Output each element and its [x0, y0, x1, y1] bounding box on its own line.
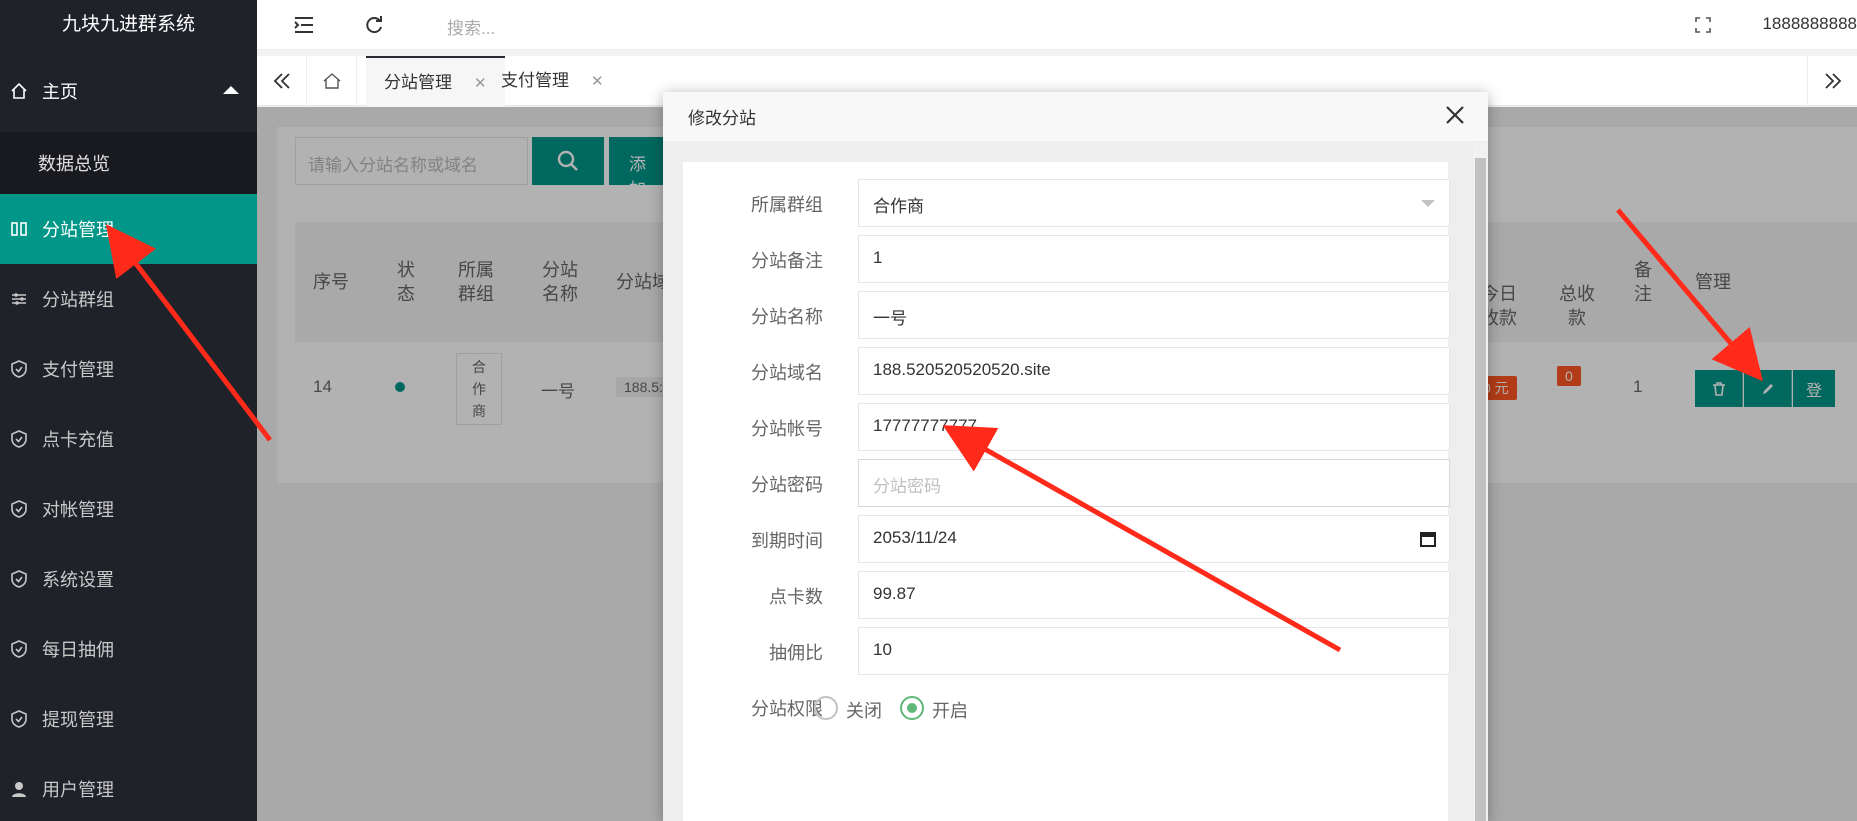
app-logo-title: 九块九进群系统 [0, 0, 257, 50]
sidebar-item-5[interactable]: 系统设置 [0, 544, 257, 614]
modal-body: 所属群组 合作商分站备注 1 分站名称 一号分站域名 188.520520520520.s… [663, 142, 1473, 821]
form-input-4[interactable]: 17777777777 [858, 403, 1450, 451]
field-label: 抽佣比 [769, 643, 823, 663]
radio-off[interactable] [814, 696, 838, 720]
tabs-prev-icon[interactable] [257, 56, 307, 106]
sidebar-item-label: 分站群组 [42, 290, 114, 310]
sidebar-item-4[interactable]: 对帐管理 [0, 474, 257, 544]
tab-payment-management[interactable]: 支付管理 ✕ [483, 56, 622, 106]
field-value: 一号 [873, 309, 907, 328]
sidebar-item-label: 点卡充值 [42, 430, 114, 450]
field-value: 1 [873, 248, 883, 267]
sidebar-item-label: 主页 [42, 82, 78, 102]
sidebar-item-label: 分站管理 [42, 220, 114, 240]
form-row: 所属群组 合作商 [683, 179, 1450, 227]
sidebar-item-label: 系统设置 [42, 570, 114, 590]
field-label: 所属群组 [751, 195, 823, 215]
form-input-2[interactable]: 一号 [858, 291, 1450, 339]
shield-icon [8, 568, 30, 590]
form-input-5[interactable]: 分站密码 [858, 459, 1450, 507]
field-label: 分站密码 [751, 475, 823, 495]
field-value: 合作商 [873, 197, 924, 216]
tabs-next-icon[interactable] [1807, 56, 1857, 106]
fullscreen-icon[interactable] [1691, 13, 1715, 37]
field-label: 分站域名 [751, 363, 823, 383]
edit-branch-form: 所属群组 合作商分站备注 1 分站名称 一号分站域名 188.520520520520.s… [683, 162, 1450, 821]
sidebar-item-2[interactable]: 支付管理 [0, 334, 257, 404]
field-value: 99.87 [873, 584, 916, 603]
scrollbar-thumb[interactable] [1475, 158, 1486, 821]
modal-scrollbar[interactable] [1473, 142, 1488, 821]
home-tab-icon[interactable] [307, 56, 357, 106]
sidebar-item-8[interactable]: 用户管理 [0, 754, 257, 821]
user-account[interactable]: 1888888888 [1762, 14, 1857, 34]
sidebar-item-3[interactable]: 点卡充值 [0, 404, 257, 474]
field-label: 分站备注 [751, 251, 823, 271]
form-input-3[interactable]: 188.520520520520.site [858, 347, 1450, 395]
form-row: 分站域名 188.520520520520.site [683, 347, 1450, 395]
field-value: 分站密码 [873, 477, 941, 496]
form-row: 抽佣比 10 [683, 627, 1450, 675]
modal-header: 修改分站 [663, 92, 1488, 142]
form-row: 分站名称 一号 [683, 291, 1450, 339]
top-header: 搜索... 1888888888 [257, 0, 1857, 50]
radio-on[interactable] [900, 696, 924, 720]
menu-fold-icon[interactable] [292, 13, 316, 37]
field-value: 17777777777 [873, 416, 978, 435]
sidebar-item-label: 对帐管理 [42, 500, 114, 520]
radio-on-label[interactable]: 开启 [932, 697, 968, 723]
modal-title: 修改分站 [688, 109, 756, 128]
sidebar-item-label: 每日抽佣 [42, 640, 114, 660]
group-select[interactable]: 合作商 [858, 179, 1450, 227]
expiry-date-input[interactable]: 2053/11/24 [858, 515, 1450, 563]
field-label: 分站权限 [751, 699, 823, 719]
tab-label: 分站管理 [384, 73, 452, 92]
radio-off-label[interactable]: 关闭 [846, 697, 882, 723]
permission-row: 分站权限 关闭 开启 [683, 683, 1448, 731]
sidebar-item-label: 用户管理 [42, 780, 114, 800]
shield-icon [8, 638, 30, 660]
form-row: 分站密码 分站密码 [683, 459, 1450, 507]
calendar-icon[interactable] [1419, 530, 1437, 548]
sidebar-item-7[interactable]: 提现管理 [0, 684, 257, 754]
sidebar: 九块九进群系统 主页 数据总览 分站管理分站群组支付管理点卡充值对帐管理系统设置… [0, 0, 257, 821]
form-row: 分站备注 1 [683, 235, 1450, 283]
field-value: 10 [873, 640, 892, 659]
form-input-7[interactable]: 99.87 [858, 571, 1450, 619]
dropdown-arrow-icon[interactable] [1421, 200, 1435, 207]
field-value: 188.520520520520.site [873, 360, 1051, 379]
form-input-1[interactable]: 1 [858, 235, 1450, 283]
sidebar-item-overview[interactable]: 数据总览 [0, 132, 257, 194]
field-label: 点卡数 [769, 587, 823, 607]
sidebar-item-1[interactable]: 分站群组 [0, 264, 257, 334]
form-input-8[interactable]: 10 [858, 627, 1450, 675]
shield-icon [8, 428, 30, 450]
shield-icon [8, 358, 30, 380]
sidebar-item-0[interactable]: 分站管理 [0, 194, 257, 264]
shield-icon [8, 708, 30, 730]
tab-label: 支付管理 [501, 71, 569, 90]
sidebar-item-label: 支付管理 [42, 360, 114, 380]
field-label: 到期时间 [751, 531, 823, 551]
form-row: 到期时间 2053/11/24 [683, 515, 1450, 563]
close-icon[interactable] [1442, 102, 1468, 128]
form-row: 分站帐号 17777777777 [683, 403, 1450, 451]
form-row: 点卡数 99.87 [683, 571, 1450, 619]
columns-icon [8, 218, 30, 240]
field-label: 分站帐号 [751, 419, 823, 439]
field-value: 2053/11/24 [873, 528, 957, 547]
home-icon [8, 80, 30, 102]
sidebar-item-home[interactable]: 主页 [0, 50, 257, 132]
caret-up-icon [223, 86, 239, 94]
shield-icon [8, 498, 30, 520]
sliders-icon [8, 288, 30, 310]
refresh-icon[interactable] [362, 13, 386, 37]
header-search[interactable]: 搜索... [447, 14, 495, 39]
edit-branch-modal: 修改分站 所属群组 合作商分站备注 1 分站名称 一号分站域名 188.520520520… [663, 92, 1488, 821]
sidebar-item-6[interactable]: 每日抽佣 [0, 614, 257, 684]
close-tab-icon[interactable]: ✕ [591, 73, 604, 90]
user-icon [8, 778, 30, 800]
sidebar-item-label: 提现管理 [42, 710, 114, 730]
field-label: 分站名称 [751, 307, 823, 327]
